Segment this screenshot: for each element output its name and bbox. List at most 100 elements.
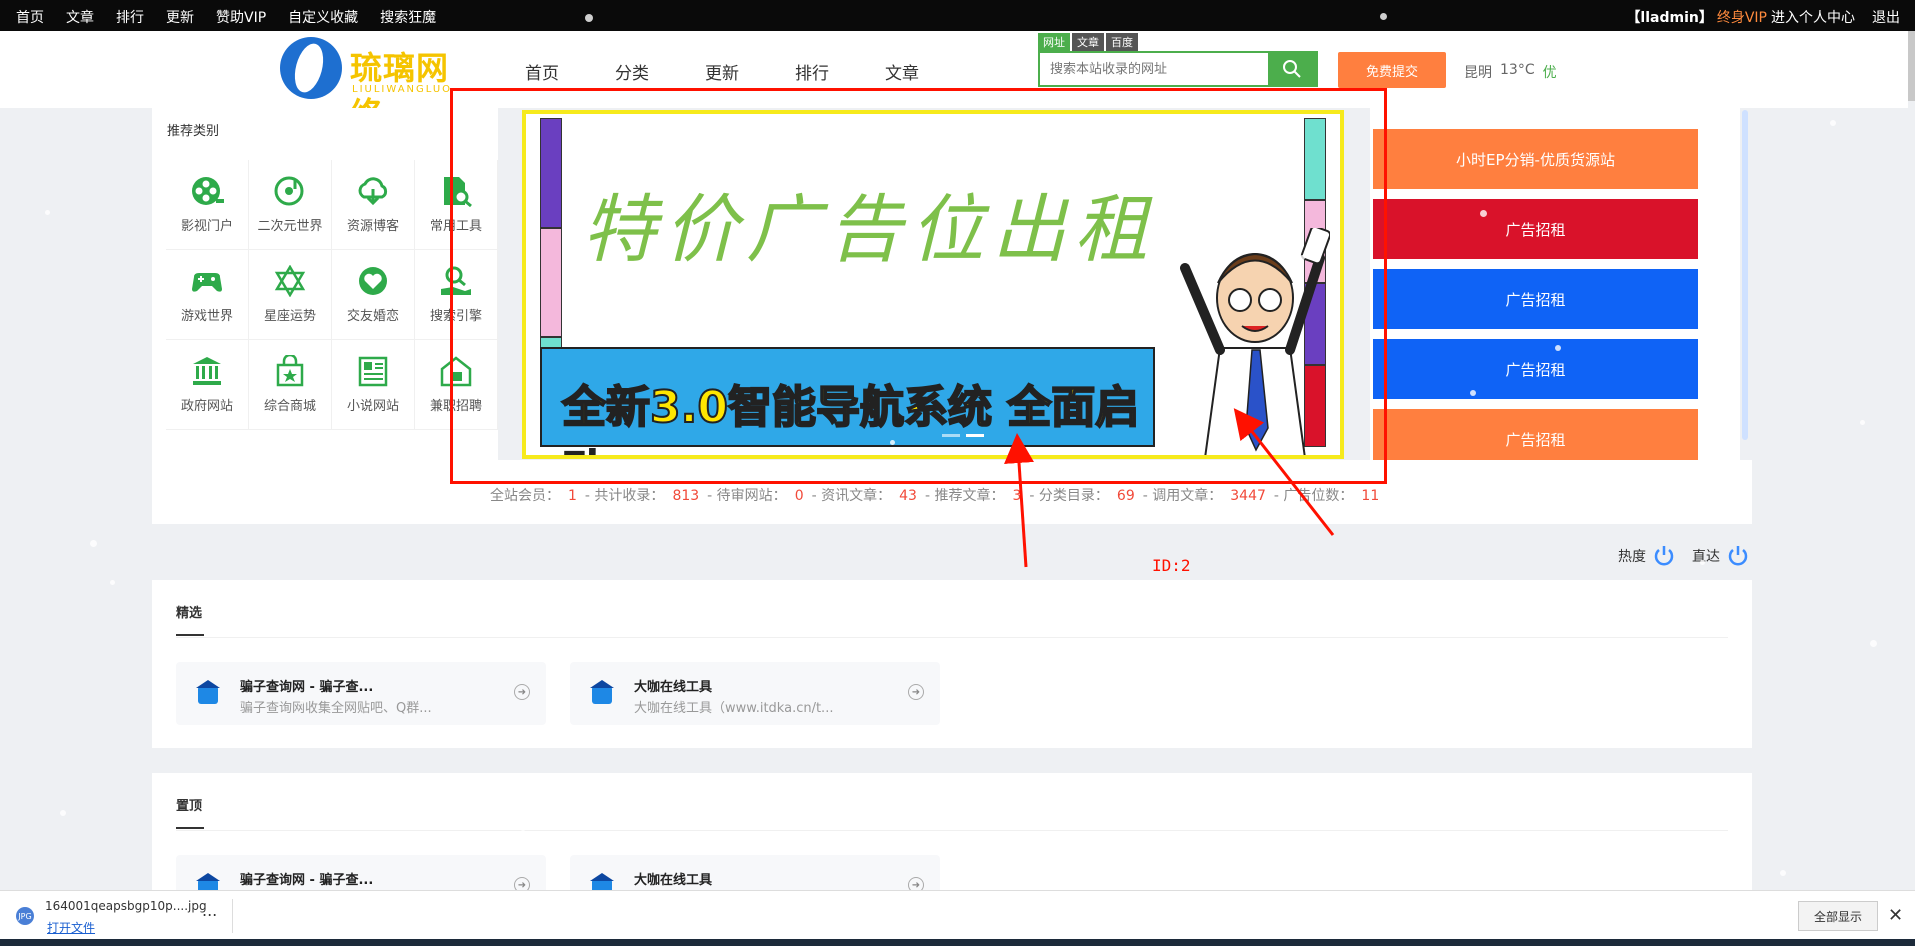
search-icon [1283,60,1301,78]
snowflake-icon [1870,640,1877,647]
download-filename[interactable]: 164001qeapsbgp10p....jpg [45,899,207,913]
main-nav: 首页 分类 更新 排行 文章 [525,59,975,84]
username: 【lladmin】 [1626,10,1713,26]
site-stats: 全站会员： 1 - 共计收录： 813 - 待审网站： 0 - 资讯文章： 43 - 推荐文章：… [152,460,1752,524]
stat-label: - 待审网站： [707,488,787,504]
search-button[interactable] [1268,53,1316,85]
category-item[interactable]: 交友婚恋 [332,250,415,340]
arrow-right-icon[interactable]: ➜ [908,684,924,700]
carousel-dots[interactable] [942,434,984,437]
top-link-search-mania[interactable]: 搜索狂魔 [380,7,436,27]
user-center-link[interactable]: 进入个人中心 [1771,7,1855,27]
snowflake-icon [1860,420,1865,425]
category-title: 推荐类别 [167,124,220,139]
power-toggle-icon [1654,546,1674,566]
category-item[interactable]: 政府网站 [166,340,249,430]
top-link-vip[interactable]: 赞助VIP [216,7,266,27]
music-disc-icon [272,175,308,207]
site-logo-icon [590,680,614,704]
businessman-illustration-icon [1180,228,1330,455]
show-all-button[interactable]: 全部显示 [1798,901,1878,931]
stat-label: 全站会员： [490,488,560,504]
category-item[interactable]: 常用工具 [415,160,498,250]
category-item[interactable]: 游戏世界 [166,250,249,340]
ad-banner[interactable]: 特价广告位出租 全新3.0智能导航系统 全面启动 [522,110,1344,459]
stat-value: 3 [1012,488,1022,504]
category-item[interactable]: 星座运势 [249,250,332,340]
more-options-button[interactable]: ... [202,901,217,920]
category-label: 小说网站 [346,399,399,414]
search-input[interactable] [1040,53,1260,85]
open-file-link[interactable]: 打开文件 [47,919,95,936]
stat-label: - 分类目录： [1029,488,1109,504]
nav-ranking[interactable]: 排行 [795,59,885,84]
category-item[interactable]: 兼职招聘 [415,340,498,430]
category-label: 二次元世界 [257,219,323,234]
ad-slot[interactable]: 小时EP分销-优质货源站 [1373,129,1698,189]
top-link-custom-favorites[interactable]: 自定义收藏 [288,7,358,27]
file-image-icon: JPG [16,907,34,925]
sort-hot[interactable]: 热度 [1618,544,1676,568]
sort-direct[interactable]: 直达 [1692,544,1750,568]
star-of-david-icon [272,265,308,297]
arrow-right-icon[interactable]: ➜ [514,684,530,700]
category-item[interactable]: 资源博客 [332,160,415,250]
category-label: 资源博客 [346,219,399,234]
house-briefcase-icon [438,355,474,387]
page-scrollbar[interactable] [1908,31,1915,101]
top-link-updates[interactable]: 更新 [166,7,194,27]
top-link-home[interactable]: 首页 [16,7,44,27]
download-bar: JPG 164001qeapsbgp10p....jpg 打开文件 ... 全部… [0,890,1915,946]
shopping-bag-icon [272,355,308,387]
card-title: 大咖在线工具 [634,873,713,888]
annotation-id-label: ID:2 [1152,556,1191,575]
category-label: 搜索引擎 [429,309,482,324]
category-item[interactable]: 小说网站 [332,340,415,430]
heart-circle-icon [355,265,391,297]
banner-slogan: 全新3.0智能导航系统 全面启动 [561,381,1140,455]
stat-label: - 共计收录： [584,488,665,504]
ad-slot[interactable]: 广告招租 [1373,339,1698,399]
nav-home[interactable]: 首页 [525,59,615,84]
user-area: 【lladmin】 终身VIP 进入个人中心 [1622,7,1855,27]
banner-canvas: 特价广告位出租 全新3.0智能导航系统 全面启动 [540,118,1330,455]
category-item[interactable]: 综合商城 [249,340,332,430]
site-card[interactable]: 大咖在线工具 大咖在线工具（www.itdka.cn/t... ➜ [570,662,940,725]
ad-scrollbar[interactable] [1742,110,1748,440]
snowflake-icon [1830,120,1836,126]
top-link-articles[interactable]: 文章 [66,7,94,27]
logout-link[interactable]: 退出 [1872,7,1900,27]
search-tab-baidu[interactable]: 百度 [1106,33,1138,51]
banner-headline: 特价广告位出租 [582,187,1156,273]
free-submit-button[interactable]: 免费提交 [1338,52,1446,88]
snowflake-icon [45,210,50,215]
top-link-ranking[interactable]: 排行 [116,7,144,27]
film-reel-icon [189,175,225,207]
weather-temp: 13°C [1500,62,1535,78]
card-title: 骗子查询网 - 骗子查... [240,873,374,888]
category-item[interactable]: 搜索引擎 [415,250,498,340]
close-download-bar-button[interactable]: ✕ [1888,905,1903,926]
stat-value: 69 [1116,488,1135,504]
category-item[interactable]: 影视门户 [166,160,249,250]
ad-slot[interactable]: 广告招租 [1373,199,1698,259]
card-desc: 骗子查询网收集全网贴吧、Q群... [240,701,432,716]
nav-categories[interactable]: 分类 [615,59,705,84]
site-card[interactable]: 骗子查询网 - 骗子查... 骗子查询网收集全网贴吧、Q群... ➜ [176,662,546,725]
nav-updates[interactable]: 更新 [705,59,795,84]
stat-label: - 资讯文章： [811,488,892,504]
nav-articles[interactable]: 文章 [885,59,975,84]
banner-slogan-strip: 全新3.0智能导航系统 全面启动 [540,347,1155,455]
sort-hot-label: 热度 [1618,549,1646,565]
ad-slot[interactable]: 广告招租 [1373,269,1698,329]
section-pinned: 置顶 骗子查询网 - 骗子查... ➜ 大咖在线工具 ➜ [152,773,1752,918]
section-title: 精选 [176,606,203,621]
stat-value: 11 [1361,488,1380,504]
site-logo[interactable]: 琉璃网络 LIULIWANGLUO [280,37,470,133]
search-tab-sites[interactable]: 网址 [1038,33,1070,51]
stat-value: 813 [672,488,700,504]
vip-badge[interactable]: 终身VIP [1717,7,1767,27]
search-tabs: 网址 文章 百度 [1038,33,1318,51]
search-tab-articles[interactable]: 文章 [1072,33,1104,51]
category-item[interactable]: 二次元世界 [249,160,332,250]
